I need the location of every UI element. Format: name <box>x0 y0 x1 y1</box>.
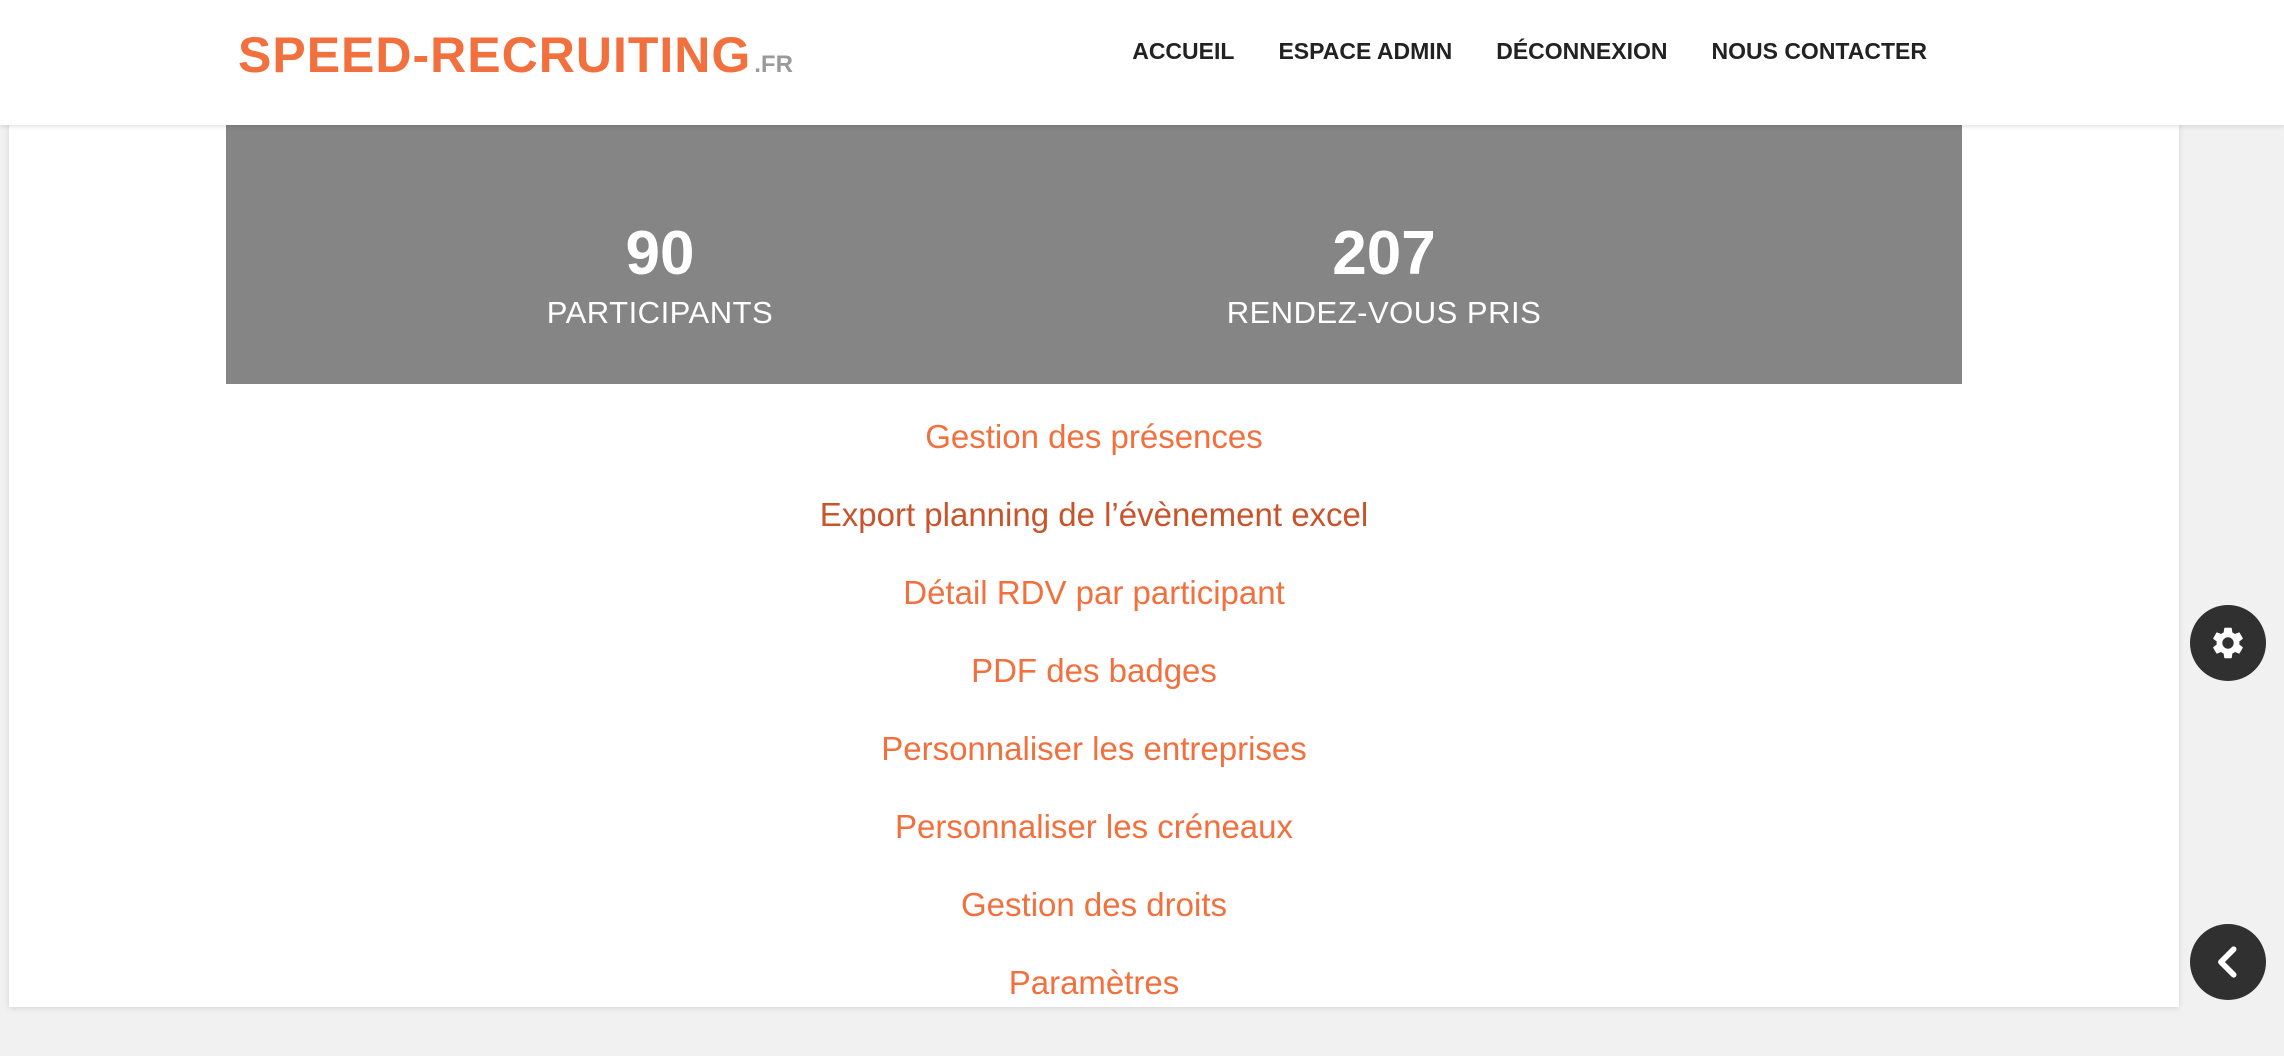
list-item: Gestion des présences <box>226 412 1962 490</box>
site-header: SPEED-RECRUITING .FR ACCUEIL ESPACE ADMI… <box>0 0 2284 125</box>
stat-participants: 90 PARTICIPANTS <box>410 223 910 331</box>
menu-link-personnaliser-creneaux[interactable]: Personnaliser les créneaux <box>895 808 1293 845</box>
list-item: Personnaliser les entreprises <box>226 724 1962 802</box>
admin-menu: Gestion des présences Export planning de… <box>226 412 1962 1036</box>
chevron-left-icon <box>2211 945 2245 979</box>
menu-link-detail-rdv[interactable]: Détail RDV par participant <box>903 574 1285 611</box>
nav-accueil[interactable]: ACCUEIL <box>1132 38 1234 65</box>
settings-button[interactable] <box>2190 605 2266 681</box>
list-item: PDF des badges <box>226 646 1962 724</box>
list-item: Paramètres <box>226 958 1962 1036</box>
menu-link-parametres[interactable]: Paramètres <box>1009 964 1180 1001</box>
back-button[interactable] <box>2190 924 2266 1000</box>
menu-link-personnaliser-entreprises[interactable]: Personnaliser les entreprises <box>881 730 1307 767</box>
logo-extension-text: .FR <box>754 51 793 78</box>
nav-deconnexion[interactable]: DÉCONNEXION <box>1496 38 1667 65</box>
nav-nous-contacter[interactable]: NOUS CONTACTER <box>1711 38 1927 65</box>
stat-participants-value: 90 <box>625 219 695 288</box>
stat-rendez-vous-label: RENDEZ-VOUS PRIS <box>1226 295 1542 330</box>
logo-main-text: SPEED-RECRUITING <box>238 27 752 83</box>
menu-link-export-planning[interactable]: Export planning de l’évènement excel <box>820 496 1369 533</box>
stat-participants-label: PARTICIPANTS <box>546 295 774 330</box>
main-nav: ACCUEIL ESPACE ADMIN DÉCONNEXION NOUS CO… <box>1132 38 1927 65</box>
stat-rendez-vous: 207 RENDEZ-VOUS PRIS <box>1134 223 1634 331</box>
stat-rendez-vous-value: 207 <box>1332 219 1436 288</box>
stats-band: 90 PARTICIPANTS 207 RENDEZ-VOUS PRIS <box>226 125 1962 384</box>
menu-link-gestion-presences[interactable]: Gestion des présences <box>925 418 1263 455</box>
nav-espace-admin[interactable]: ESPACE ADMIN <box>1278 38 1452 65</box>
list-item: Détail RDV par participant <box>226 568 1962 646</box>
list-item: Gestion des droits <box>226 880 1962 958</box>
menu-link-pdf-badges[interactable]: PDF des badges <box>971 652 1217 689</box>
site-logo[interactable]: SPEED-RECRUITING .FR <box>238 26 793 84</box>
list-item: Export planning de l’évènement excel <box>226 490 1962 568</box>
gear-icon <box>2209 624 2247 662</box>
list-item: Personnaliser les créneaux <box>226 802 1962 880</box>
menu-link-gestion-droits[interactable]: Gestion des droits <box>961 886 1227 923</box>
